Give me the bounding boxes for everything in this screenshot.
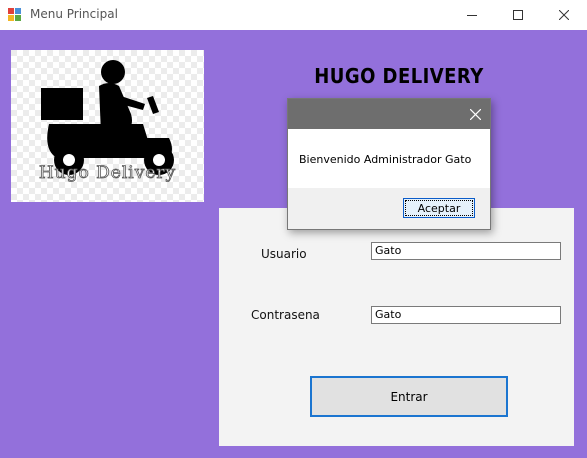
maximize-icon xyxy=(513,10,523,20)
login-panel: Usuario Gato Contrasena Gato Entrar xyxy=(219,208,574,446)
main-form: Hugo Delivery HUGO DELIVERY Usuario Gato… xyxy=(0,30,587,458)
close-button[interactable] xyxy=(541,0,587,30)
window-titlebar[interactable]: Menu Principal xyxy=(0,0,587,31)
logo-text: Hugo Delivery xyxy=(38,163,177,184)
close-icon xyxy=(559,10,569,20)
dialog-close-button[interactable] xyxy=(460,99,490,129)
maximize-button[interactable] xyxy=(495,0,541,30)
ok-button[interactable]: Aceptar xyxy=(403,198,475,218)
app-icon xyxy=(8,8,22,22)
dialog-footer: Aceptar xyxy=(288,188,490,229)
user-label: Usuario xyxy=(261,247,307,261)
minimize-icon xyxy=(467,15,477,16)
minimize-button[interactable] xyxy=(449,0,495,30)
password-label: Contrasena xyxy=(251,308,320,322)
user-input[interactable]: Gato xyxy=(371,242,561,260)
logo-image: Hugo Delivery xyxy=(11,50,204,202)
enter-button[interactable]: Entrar xyxy=(310,376,508,417)
window-title: Menu Principal xyxy=(30,7,118,21)
close-icon xyxy=(469,108,481,120)
password-input[interactable]: Gato xyxy=(371,306,561,324)
dialog-message: Bienvenido Administrador Gato xyxy=(299,153,472,166)
dialog-titlebar[interactable] xyxy=(288,99,490,129)
message-dialog: Bienvenido Administrador Gato Aceptar xyxy=(287,98,491,230)
app-heading: HUGO DELIVERY xyxy=(314,64,484,88)
